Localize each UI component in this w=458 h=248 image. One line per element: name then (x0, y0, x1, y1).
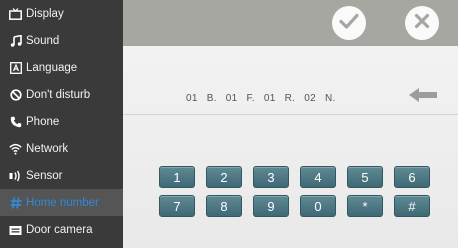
building-number: 01 (186, 93, 198, 104)
phone-icon (9, 115, 22, 128)
key-8[interactable]: 8 (206, 195, 242, 217)
sidebar-item-label: Network (26, 142, 69, 155)
key-7[interactable]: 7 (159, 195, 195, 217)
check-icon (339, 13, 359, 34)
sidebar-item-label: Sensor (26, 169, 63, 182)
key-hash[interactable]: # (394, 195, 430, 217)
language-icon (9, 61, 22, 74)
room-label: R. (284, 93, 296, 104)
number-value: 02 (304, 93, 316, 104)
sidebar-item-display[interactable]: Display (0, 0, 123, 27)
key-2[interactable]: 2 (206, 166, 242, 188)
key-3[interactable]: 3 (253, 166, 289, 188)
key-6[interactable]: 6 (394, 166, 430, 188)
top-toolbar (123, 0, 458, 46)
key-4[interactable]: 4 (300, 166, 336, 188)
building-label: B. (206, 93, 217, 104)
key-star[interactable]: * (347, 195, 383, 217)
key-9[interactable]: 9 (253, 195, 289, 217)
room-number: 01 (263, 93, 276, 104)
arrow-left-icon (408, 87, 438, 108)
settings-sidebar: Display Sound Language Don't disturb Pho… (0, 0, 123, 248)
sidebar-item-sound[interactable]: Sound (0, 27, 123, 54)
sidebar-item-door-camera[interactable]: Door camera (0, 216, 123, 243)
sidebar-item-label: Display (26, 7, 64, 20)
block-icon (9, 88, 22, 101)
hash-icon (9, 196, 22, 209)
sidebar-item-label: Phone (26, 115, 60, 128)
tv-icon (9, 7, 22, 20)
camera-icon (9, 223, 22, 236)
cancel-button[interactable] (405, 6, 439, 40)
wifi-icon (9, 142, 22, 155)
sidebar-item-label: Home number (26, 196, 99, 209)
number-label: N. (325, 93, 336, 104)
sidebar-item-label: Door camera (26, 223, 93, 236)
sidebar-item-label: Don't disturb (26, 88, 91, 101)
sidebar-item-home-number[interactable]: Home number (0, 189, 123, 216)
backspace-button[interactable] (406, 87, 440, 107)
floor-number: 01 (225, 93, 238, 104)
sidebar-item-label: Sound (26, 34, 60, 47)
sidebar-item-language[interactable]: Language (0, 54, 123, 81)
confirm-button[interactable] (332, 6, 366, 40)
close-icon (414, 13, 430, 34)
sidebar-item-network[interactable]: Network (0, 135, 123, 162)
key-1[interactable]: 1 (159, 166, 195, 188)
key-0[interactable]: 0 (300, 195, 336, 217)
sidebar-item-dont-disturb[interactable]: Don't disturb (0, 81, 123, 108)
sidebar-item-label: Language (26, 61, 78, 74)
key-5[interactable]: 5 (347, 166, 383, 188)
sensor-icon (9, 169, 22, 182)
home-number-display: 01 B. 01 F. 01 R. 02 N. (186, 93, 345, 104)
music-note-icon (9, 34, 22, 47)
sidebar-item-sensor[interactable]: Sensor (0, 162, 123, 189)
divider (123, 114, 458, 115)
sidebar-item-phone[interactable]: Phone (0, 108, 123, 135)
numeric-keypad: 1 2 3 4 5 6 7 8 9 0 * # (159, 166, 439, 217)
floor-label: F. (246, 93, 255, 104)
home-number-panel: 01 B. 01 F. 01 R. 02 N. 1 2 3 4 5 6 7 8 9 0 * # (123, 46, 458, 248)
